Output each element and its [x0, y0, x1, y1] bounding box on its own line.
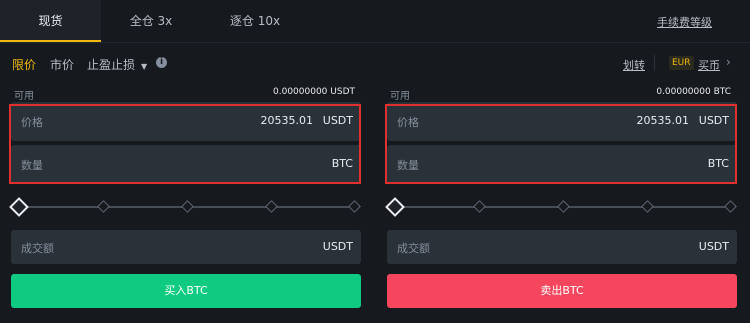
slider-step-25[interactable]: [473, 200, 486, 213]
sell-available-label: 可用: [390, 91, 410, 102]
tab-spot[interactable]: 现货: [0, 0, 101, 42]
margin-mode-tabs: 现货 全仓 3x 逐仓 10x 手续费等级: [0, 0, 750, 43]
highlight-box: [9, 104, 361, 184]
sell-available-row: 可用 0.00000000 BTC: [387, 84, 737, 102]
buy-available-label: 可用: [14, 91, 34, 102]
order-type-stop[interactable]: 止盈止损 ▼: [87, 56, 147, 73]
fee-level-link[interactable]: 手续费等级: [657, 14, 712, 30]
currency-badge: EUR: [669, 56, 694, 70]
buy-available-value: 0.00000000 USDT: [273, 87, 355, 97]
info-icon[interactable]: i: [156, 57, 167, 68]
caret-down-icon: ▼: [141, 62, 148, 71]
slider-handle[interactable]: [9, 197, 29, 217]
slider-step-50[interactable]: [557, 200, 570, 213]
buy-total-unit: USDT: [322, 240, 353, 253]
slider-step-100[interactable]: [724, 200, 737, 213]
order-type-row: 限价 市价 止盈止损 ▼ i 划转 EUR 买币 ›: [0, 50, 750, 76]
order-type-market[interactable]: 市价: [50, 56, 74, 73]
sell-percent-slider[interactable]: [385, 196, 737, 218]
buy-percent-slider[interactable]: [9, 196, 361, 218]
slider-handle[interactable]: [385, 197, 405, 217]
order-type-limit[interactable]: 限价: [12, 56, 36, 73]
slider-step-100[interactable]: [348, 200, 361, 213]
trade-widget: 现货 全仓 3x 逐仓 10x 手续费等级 限价 市价 止盈止损 ▼ i 划转 E…: [0, 0, 750, 323]
slider-step-50[interactable]: [181, 200, 194, 213]
tab-cross-3x[interactable]: 全仓 3x: [101, 0, 201, 42]
buy-total-field[interactable]: 成交额 USDT: [11, 230, 361, 264]
chevron-right-icon[interactable]: ›: [726, 55, 731, 69]
order-type-stop-label: 止盈止损: [87, 58, 136, 72]
sell-total-field[interactable]: 成交额 USDT: [387, 230, 737, 264]
highlight-box: [385, 104, 737, 184]
buy-available-row: 可用 0.00000000 USDT: [11, 84, 361, 102]
transfer-link[interactable]: 划转: [623, 57, 645, 73]
sell-available-value: 0.00000000 BTC: [656, 87, 731, 97]
sell-total-label: 成交额: [397, 242, 430, 255]
buy-total-label: 成交额: [21, 242, 54, 255]
slider-step-75[interactable]: [641, 200, 654, 213]
slider-step-75[interactable]: [265, 200, 278, 213]
sell-total-unit: USDT: [698, 240, 729, 253]
slider-step-25[interactable]: [97, 200, 110, 213]
buy-panel: 可用 0.00000000 USDT 价格 20535.01 USDT 数量 B…: [9, 84, 361, 308]
buy-crypto-link[interactable]: 买币: [698, 57, 720, 73]
sell-panel: 可用 0.00000000 BTC 价格 20535.01 USDT 数量 BT…: [385, 84, 737, 308]
buy-btc-button[interactable]: 买入BTC: [11, 274, 361, 308]
divider: [654, 55, 655, 71]
tab-isolated-10x[interactable]: 逐仓 10x: [203, 0, 307, 42]
sell-btc-button[interactable]: 卖出BTC: [387, 274, 737, 308]
